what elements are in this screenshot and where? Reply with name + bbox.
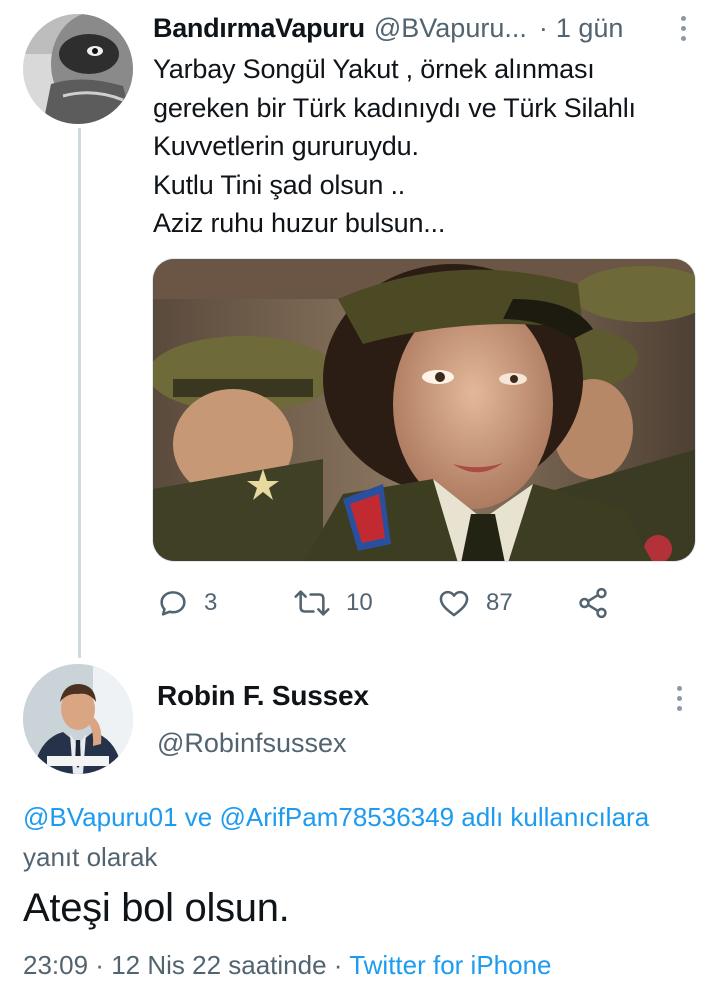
avatar[interactable] <box>23 14 133 124</box>
user-handle[interactable]: @Robinfsussex <box>157 728 347 759</box>
mention-link[interactable]: @BVapuru01 <box>23 802 178 832</box>
share-button[interactable] <box>576 580 610 626</box>
reply-context: @BVapuru01 ve @ArifPam78536349 adlı kull… <box>23 797 693 877</box>
tweet-text-line: Yarbay Songül Yakut , örnek alınması <box>153 54 595 84</box>
tweet-source[interactable]: Twitter for iPhone <box>349 950 551 980</box>
reply-icon <box>156 586 190 620</box>
retweet-count: 10 <box>346 589 373 616</box>
reply-button[interactable]: 3 <box>156 580 217 626</box>
tweet-header: BandırmaVapuru @BVapuru... · 1 gün <box>153 10 696 46</box>
tweet-text-line: Kuvvetlerin gururuydu. <box>153 131 419 161</box>
replied-users-link[interactable]: adlı kullanıcılara <box>454 802 649 832</box>
reply-suffix: yanıt olarak <box>23 842 158 872</box>
separator: · <box>326 950 350 980</box>
display-name[interactable]: Robin F. Sussex <box>157 680 369 712</box>
tweet-meta: 23:09 · 12 Nis 22 saatinde · Twitter for… <box>23 950 552 981</box>
tweet-text: Ateşi bol olsun. <box>23 886 290 930</box>
avatar[interactable] <box>23 664 133 774</box>
share-icon <box>576 586 610 620</box>
user-handle[interactable]: @BVapuru... <box>374 13 527 44</box>
tweet-text: Yarbay Songül Yakut , örnek alınması ger… <box>153 50 713 243</box>
like-button[interactable]: 87 <box>436 580 513 626</box>
tweet-time[interactable]: 23:09 <box>23 950 88 980</box>
thread-line <box>78 128 81 658</box>
like-icon <box>436 586 472 620</box>
tweet-timestamp[interactable]: 1 gün <box>556 13 624 44</box>
tweet-actions: 3 10 87 <box>152 580 632 626</box>
retweet-icon <box>292 586 332 620</box>
tweet-text-line: gereken bir Türk kadınıydı ve Türk Silah… <box>153 92 636 123</box>
display-name[interactable]: BandırmaVapuru <box>153 13 365 44</box>
more-icon[interactable] <box>671 10 695 46</box>
separator: · <box>88 950 112 980</box>
tweet-photo[interactable] <box>152 258 696 562</box>
tweet-date[interactable]: 12 Nis 22 saatinde <box>111 950 326 980</box>
tweet-text-line: Aziz ruhu huzur bulsun... <box>153 208 446 238</box>
reply-count: 3 <box>204 589 218 616</box>
tweet-text-line: Kutlu Tini şad olsun .. <box>153 169 406 200</box>
separator: · <box>538 12 548 43</box>
more-icon[interactable] <box>667 680 691 716</box>
mention-link[interactable]: @ArifPam78536349 <box>220 802 455 832</box>
retweet-button[interactable]: 10 <box>292 580 373 626</box>
reply-connector: ve <box>177 802 220 832</box>
like-count: 87 <box>486 589 513 616</box>
